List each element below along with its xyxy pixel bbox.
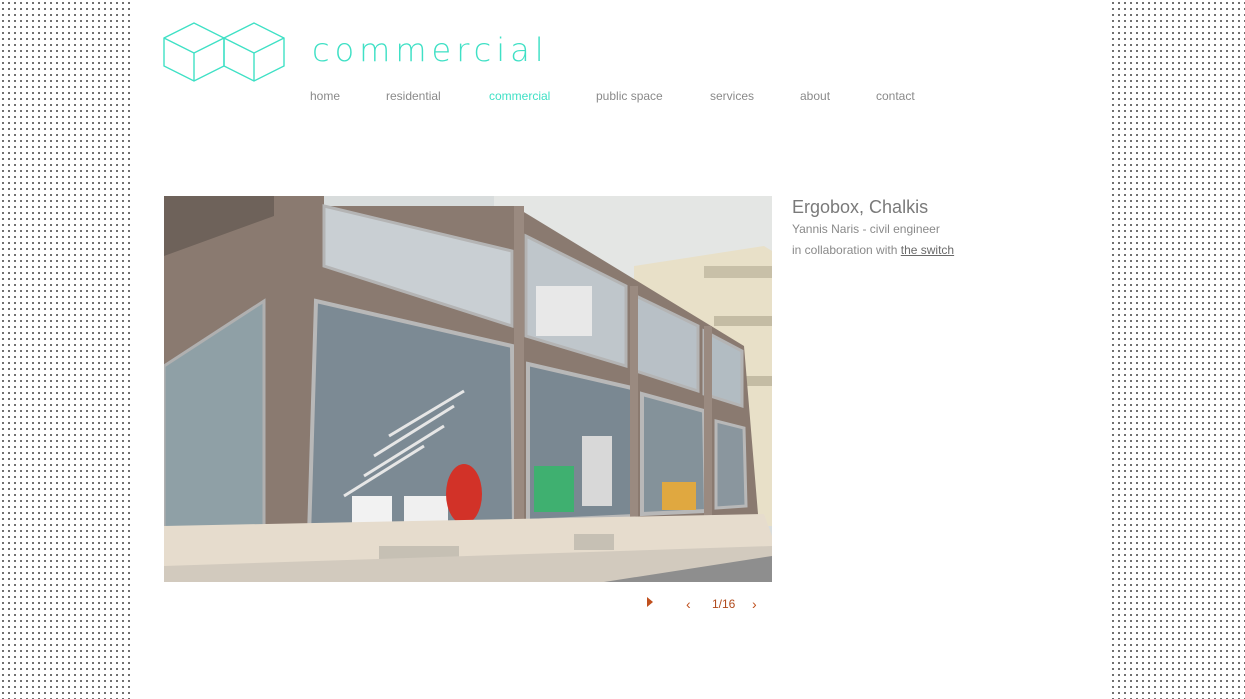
chevron-left-icon[interactable]: ‹ — [686, 596, 691, 612]
project-photo[interactable] — [164, 196, 772, 582]
nav-commercial[interactable]: commercial — [487, 88, 553, 104]
project-title: Ergobox, Chalkis — [792, 197, 929, 217]
collaboration-link[interactable]: the switch — [901, 243, 954, 257]
chevron-right-icon[interactable]: › — [752, 596, 757, 612]
nav-home[interactable]: home — [308, 88, 343, 104]
nav-residential[interactable]: residential — [384, 88, 443, 104]
cube-logo-icon[interactable] — [162, 20, 290, 84]
nav-public-space[interactable]: public space — [594, 88, 665, 104]
play-icon[interactable] — [647, 597, 653, 607]
project-engineer: Yannis Naris - civil engineer — [792, 222, 940, 236]
nav-about[interactable]: about — [798, 88, 833, 104]
nav-contact[interactable]: contact — [874, 88, 917, 104]
gallery-counter: 1/16 — [712, 597, 736, 611]
collaboration-prefix: in collaboration with — [792, 243, 898, 257]
nav-services[interactable]: services — [708, 88, 757, 104]
project-collaboration: in collaboration with the switch — [792, 242, 954, 258]
section-title: commercial — [312, 30, 553, 70]
